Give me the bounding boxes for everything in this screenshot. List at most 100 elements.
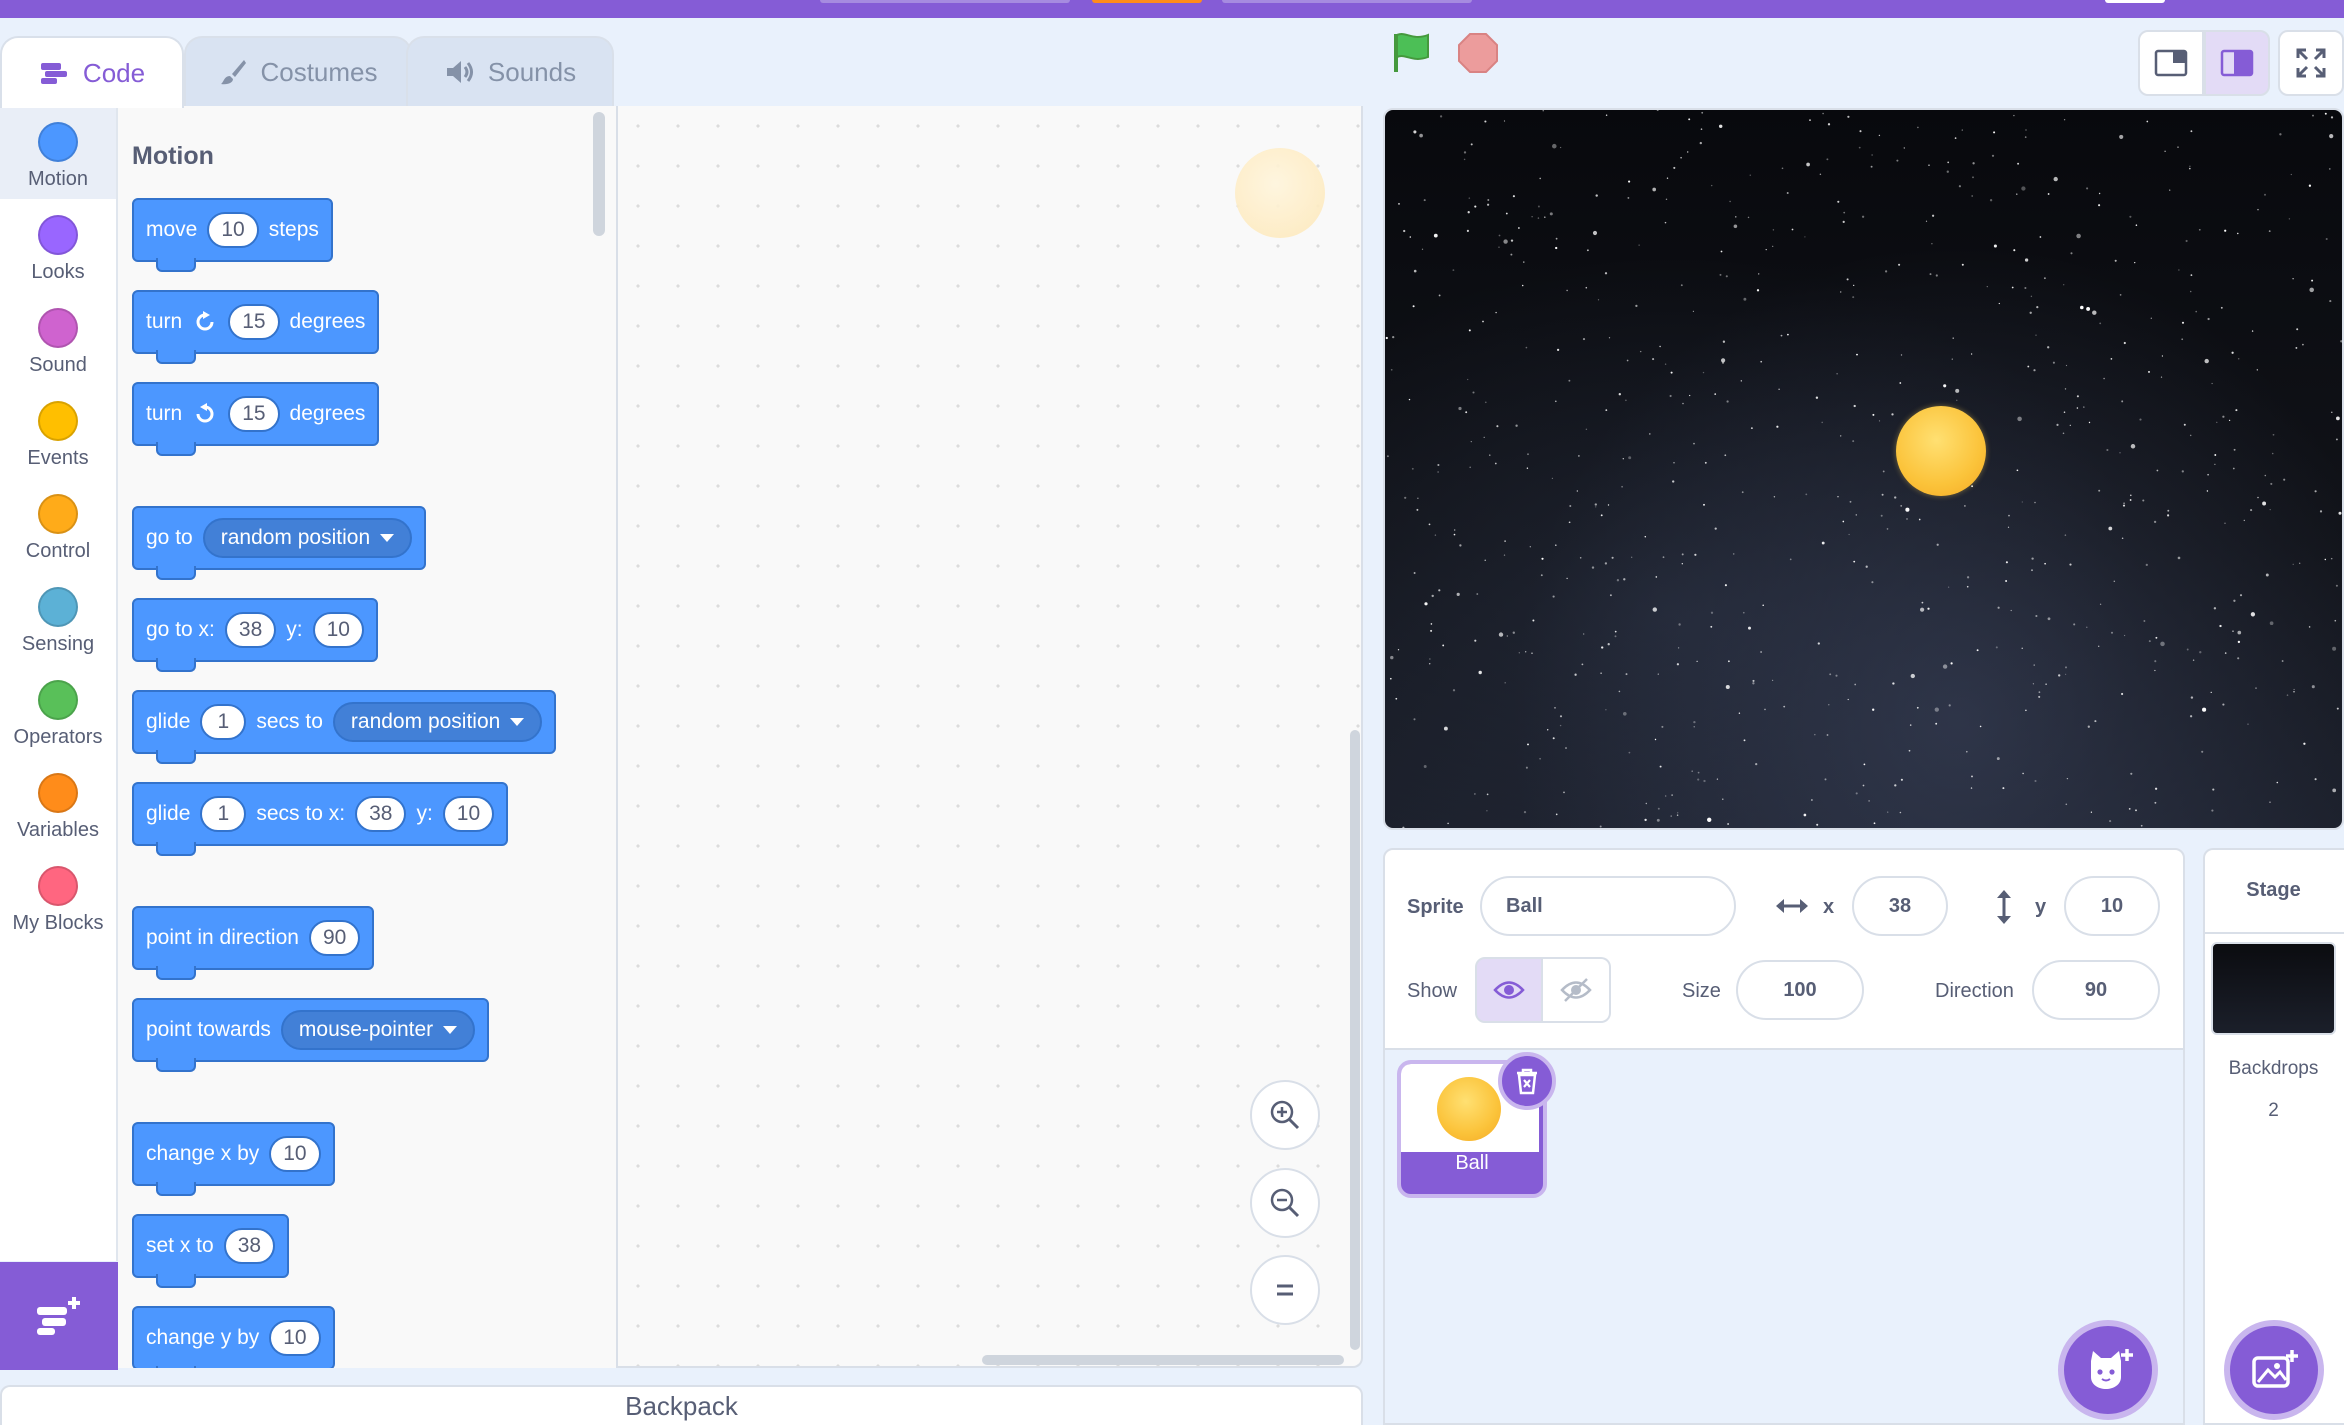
delete-sprite-button[interactable] xyxy=(1498,1052,1556,1110)
starfield-backdrop xyxy=(1385,110,2342,828)
see-project-page-button[interactable] xyxy=(1222,0,1472,3)
point-in-direction-block[interactable]: point in direction 90 xyxy=(132,906,375,980)
direction-input[interactable]: 90 xyxy=(308,920,361,956)
choose-sprite-button[interactable] xyxy=(2058,1320,2158,1420)
add-extension-icon xyxy=(37,1297,80,1335)
y-label: y xyxy=(2035,896,2047,918)
steps-input[interactable]: 10 xyxy=(207,212,259,248)
stage-canvas[interactable] xyxy=(1383,108,2344,830)
category-events[interactable]: Events xyxy=(0,385,116,478)
category-my-blocks[interactable]: My Blocks xyxy=(0,850,116,943)
point-towards-dropdown[interactable]: mouse-pointer xyxy=(280,1010,476,1050)
degrees-input[interactable]: 15 xyxy=(228,396,280,432)
category-label: Motion xyxy=(27,168,89,190)
category-sound[interactable]: Sound xyxy=(0,292,116,385)
backdrop-add-icon xyxy=(2252,1350,2298,1388)
block-palette: Motion move 10 steps turn 15 degrees tur… xyxy=(118,106,618,1368)
sprite-size-input[interactable]: 100 xyxy=(1736,960,1864,1020)
category-label: Looks xyxy=(31,261,85,283)
fullscreen-button[interactable] xyxy=(2278,30,2344,96)
change-x-block[interactable]: change x by 10 xyxy=(132,1122,335,1196)
share-button[interactable] xyxy=(1092,0,1202,3)
point-towards-block[interactable]: point towards mouse-pointer xyxy=(132,998,490,1072)
sprite-name-value: Ball xyxy=(1506,894,1543,917)
workspace-horizontal-scrollbar[interactable] xyxy=(982,1355,1344,1365)
equals-icon xyxy=(1277,1284,1293,1296)
glide-target-dropdown[interactable]: random position xyxy=(332,702,543,742)
category-control[interactable]: Control xyxy=(0,478,116,571)
dropdown-value: random position xyxy=(220,526,371,549)
tab-code[interactable]: Code xyxy=(0,36,184,108)
category-operators[interactable]: Operators xyxy=(0,664,116,757)
turn-right-block[interactable]: turn 15 degrees xyxy=(132,290,380,364)
block-text: point in direction xyxy=(146,926,299,949)
secs-input[interactable]: 1 xyxy=(200,704,247,740)
script-workspace[interactable] xyxy=(618,106,1363,1368)
block-text: degrees xyxy=(289,310,366,333)
go-to-block[interactable]: go to random position xyxy=(132,506,427,580)
workspace-vertical-scrollbar[interactable] xyxy=(1350,730,1360,1350)
sprite-name-input[interactable]: Ball xyxy=(1480,876,1736,936)
operators-color-dot xyxy=(38,680,78,720)
dropdown-value: random position xyxy=(350,710,501,733)
y-input[interactable]: 10 xyxy=(312,612,364,648)
category-motion[interactable]: Motion xyxy=(0,106,116,199)
change-y-input[interactable]: 10 xyxy=(269,1320,321,1356)
backpack-label: Backpack xyxy=(625,1390,738,1421)
small-stage-button[interactable] xyxy=(2138,30,2204,96)
cat-add-icon xyxy=(2091,1349,2133,1389)
account-menu[interactable] xyxy=(2105,0,2165,3)
menu-bar xyxy=(0,0,2344,18)
category-looks[interactable]: Looks xyxy=(0,199,116,292)
code-icon xyxy=(40,63,67,84)
horizontal-arrows-icon xyxy=(1776,899,1808,913)
degrees-input[interactable]: 15 xyxy=(228,304,280,340)
tab-sounds[interactable]: Sounds xyxy=(406,36,614,106)
zoom-reset-button[interactable] xyxy=(1250,1255,1320,1325)
change-y-block[interactable]: change y by 10 xyxy=(132,1306,335,1368)
turn-left-block[interactable]: turn 15 degrees xyxy=(132,382,380,456)
secs-input[interactable]: 1 xyxy=(200,796,247,832)
choose-backdrop-button[interactable] xyxy=(2224,1320,2324,1420)
show-sprite-button[interactable] xyxy=(1475,957,1543,1023)
vertical-arrows-icon xyxy=(1997,890,2011,924)
ball-sprite[interactable] xyxy=(1896,406,1986,496)
category-sensing[interactable]: Sensing xyxy=(0,571,116,664)
sprite-x-input[interactable]: 38 xyxy=(1852,876,1948,936)
palette-scrollbar[interactable] xyxy=(593,112,605,236)
stop-button[interactable] xyxy=(1455,30,1501,81)
green-flag-button[interactable] xyxy=(1390,30,1434,81)
large-stage-button[interactable] xyxy=(2204,30,2270,96)
go-to-target-dropdown[interactable]: random position xyxy=(202,518,413,558)
hide-sprite-button[interactable] xyxy=(1543,957,1611,1023)
events-color-dot xyxy=(38,401,78,441)
glide-to-xy-block[interactable]: glide 1 secs to x: 38 y: 10 xyxy=(132,782,509,856)
zoom-in-icon xyxy=(1270,1100,1300,1130)
block-text: go to x: xyxy=(146,618,215,641)
zoom-in-button[interactable] xyxy=(1250,1080,1320,1150)
large-stage-icon xyxy=(2220,49,2254,77)
x-input[interactable]: 38 xyxy=(355,796,407,832)
sprite-y-input[interactable]: 10 xyxy=(2064,876,2160,936)
change-x-input[interactable]: 10 xyxy=(269,1136,321,1172)
set-x-block[interactable]: set x to 38 xyxy=(132,1214,290,1288)
backpack-header[interactable]: Backpack xyxy=(0,1385,1363,1425)
block-text: move xyxy=(146,218,198,241)
add-extension-button[interactable] xyxy=(0,1262,118,1370)
small-stage-icon xyxy=(2154,49,2188,77)
y-input[interactable]: 10 xyxy=(442,796,495,832)
x-input[interactable]: 38 xyxy=(224,612,277,648)
tab-costumes[interactable]: Costumes xyxy=(184,36,412,106)
rotate-left-icon xyxy=(196,403,214,423)
project-title-field[interactable] xyxy=(820,0,1070,3)
palette-category-title: Motion xyxy=(132,142,214,170)
category-label: Operators xyxy=(13,726,103,748)
sprite-direction-input[interactable]: 90 xyxy=(2032,960,2160,1020)
glide-to-block[interactable]: glide 1 secs to random position xyxy=(132,690,557,764)
zoom-out-button[interactable] xyxy=(1250,1168,1320,1238)
set-x-input[interactable]: 38 xyxy=(223,1228,276,1264)
size-label: Size xyxy=(1682,980,1721,1002)
go-to-xy-block[interactable]: go to x: 38 y: 10 xyxy=(132,598,378,672)
move-steps-block[interactable]: move 10 steps xyxy=(132,198,333,272)
category-variables[interactable]: Variables xyxy=(0,757,116,850)
